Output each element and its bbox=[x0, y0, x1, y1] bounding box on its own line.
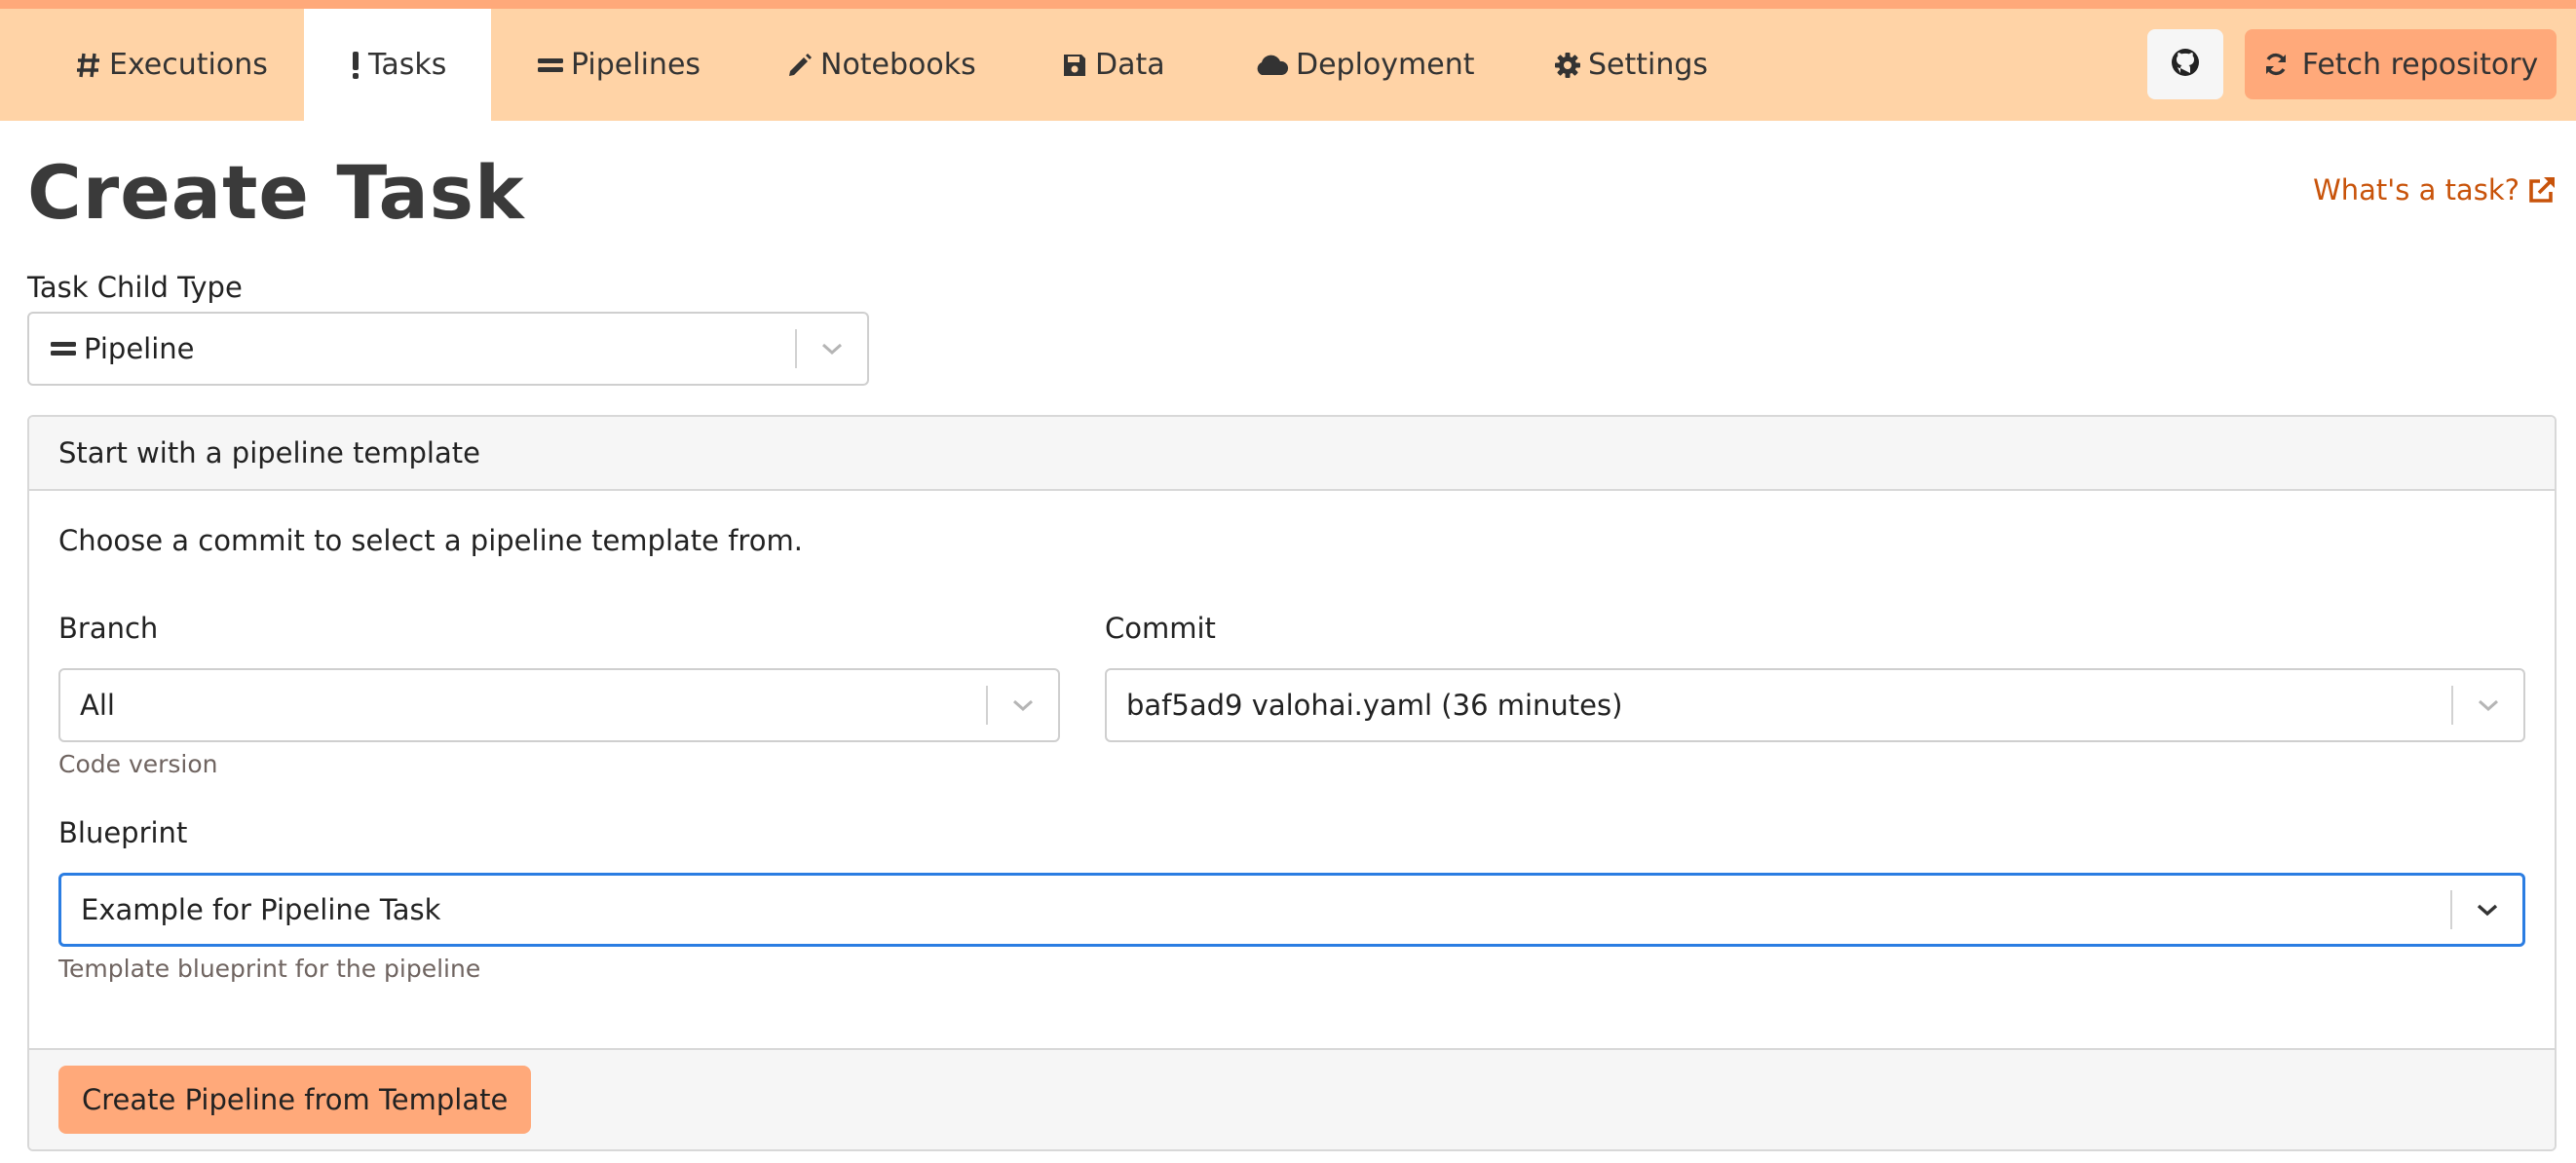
cloud-icon bbox=[1253, 51, 1290, 80]
task-child-type-value: Pipeline bbox=[84, 332, 195, 365]
tab-tasks[interactable]: Tasks bbox=[304, 9, 491, 121]
top-accent-strip bbox=[0, 0, 2576, 9]
branch-label: Branch bbox=[58, 612, 159, 645]
tab-pipelines[interactable]: Pipelines bbox=[536, 9, 701, 121]
tab-deployment-label: Deployment bbox=[1296, 48, 1475, 82]
tab-executions[interactable]: Executions bbox=[74, 9, 268, 121]
card-description: Choose a commit to select a pipeline tem… bbox=[58, 524, 803, 557]
commit-label: Commit bbox=[1105, 612, 1216, 645]
task-child-type-select[interactable]: Pipeline bbox=[27, 312, 869, 386]
branch-select[interactable]: All bbox=[58, 668, 1060, 742]
tab-notebooks[interactable]: Notebooks bbox=[785, 9, 976, 121]
whats-a-task-label: What's a task? bbox=[2313, 173, 2519, 206]
floppy-disk-icon bbox=[1060, 51, 1089, 80]
chevron-down-icon[interactable] bbox=[988, 670, 1058, 740]
tab-tasks-label: Tasks bbox=[368, 48, 447, 82]
tab-deployment[interactable]: Deployment bbox=[1253, 9, 1475, 121]
chevron-down-icon[interactable] bbox=[797, 314, 867, 384]
github-icon bbox=[2170, 47, 2201, 82]
tab-settings[interactable]: Settings bbox=[1553, 9, 1708, 121]
task-child-type-label: Task Child Type bbox=[27, 271, 243, 304]
branch-hint: Code version bbox=[58, 750, 218, 778]
gear-icon bbox=[1553, 51, 1582, 80]
top-navigation-bar: Executions Tasks Pipelines Notebooks Dat… bbox=[0, 0, 2576, 121]
external-link-icon bbox=[2527, 175, 2557, 205]
github-button[interactable] bbox=[2147, 29, 2223, 99]
whats-a-task-link[interactable]: What's a task? bbox=[2313, 173, 2557, 206]
blueprint-hint: Template blueprint for the pipeline bbox=[58, 955, 481, 983]
equals-icon bbox=[536, 51, 565, 80]
branch-value: All bbox=[80, 689, 115, 722]
card-header: Start with a pipeline template bbox=[29, 417, 2555, 491]
exclamation-icon bbox=[349, 51, 362, 80]
pipeline-template-card: Start with a pipeline template Choose a … bbox=[27, 415, 2557, 1151]
chevron-down-icon[interactable] bbox=[2452, 876, 2522, 944]
page-title: Create Task bbox=[27, 149, 525, 236]
blueprint-label: Blueprint bbox=[58, 816, 188, 849]
commit-value: baf5ad9 valohai.yaml (36 minutes) bbox=[1126, 689, 1623, 722]
card-footer: Create Pipeline from Template bbox=[29, 1048, 2555, 1149]
hash-icon bbox=[74, 51, 103, 80]
fetch-repository-button[interactable]: Fetch repository bbox=[2245, 29, 2557, 99]
create-pipeline-from-template-button[interactable]: Create Pipeline from Template bbox=[58, 1066, 532, 1134]
tab-executions-label: Executions bbox=[109, 48, 268, 82]
tab-settings-label: Settings bbox=[1588, 48, 1709, 82]
tab-data-label: Data bbox=[1095, 48, 1165, 82]
tab-pipelines-label: Pipelines bbox=[571, 48, 701, 82]
equals-icon bbox=[51, 339, 76, 358]
tab-data[interactable]: Data bbox=[1060, 9, 1165, 121]
fetch-repository-label: Fetch repository bbox=[2301, 47, 2539, 82]
pencil-icon bbox=[785, 51, 814, 80]
blueprint-value: Example for Pipeline Task bbox=[81, 893, 441, 926]
refresh-icon bbox=[2263, 52, 2289, 77]
commit-select[interactable]: baf5ad9 valohai.yaml (36 minutes) bbox=[1105, 668, 2525, 742]
chevron-down-icon[interactable] bbox=[2453, 670, 2523, 740]
blueprint-select[interactable]: Example for Pipeline Task bbox=[58, 873, 2525, 947]
tab-notebooks-label: Notebooks bbox=[820, 48, 976, 82]
